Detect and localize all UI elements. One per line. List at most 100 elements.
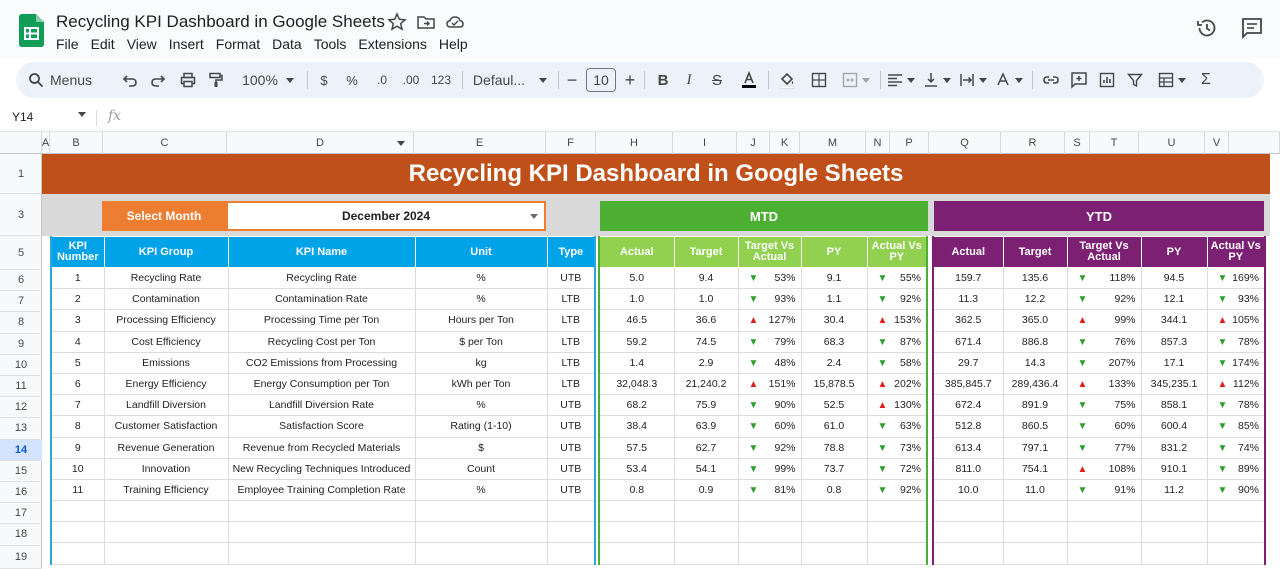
row-header[interactable]: 17: [0, 503, 42, 525]
ytd-target-vs-actual-cell[interactable]: ▲ 133%: [1066, 372, 1142, 396]
ytd-target-cell[interactable]: 289,436.4: [1002, 372, 1068, 396]
empty-cell[interactable]: [227, 500, 416, 523]
mtd-actual-cell[interactable]: 38.4: [598, 415, 675, 438]
ytd-actual-vs-py-cell[interactable]: ▼ 89%: [1206, 457, 1266, 480]
ytd-target-vs-actual-cell[interactable]: ▼ 91%: [1066, 478, 1142, 502]
empty-cell[interactable]: [1206, 521, 1266, 544]
empty-cell[interactable]: [50, 542, 105, 565]
column-header[interactable]: D: [227, 132, 414, 154]
ytd-target-vs-actual-cell[interactable]: ▲ 108%: [1066, 457, 1142, 480]
empty-cell[interactable]: [1206, 500, 1266, 523]
empty-cell[interactable]: [737, 500, 802, 523]
row-header[interactable]: 13: [0, 418, 42, 440]
ytd-actual-cell[interactable]: 10.0: [932, 478, 1004, 502]
ytd-target-vs-actual-cell[interactable]: ▲ 99%: [1066, 309, 1142, 332]
ytd-actual-vs-py-cell[interactable]: ▼ 169%: [1206, 266, 1266, 290]
mtd-actual-vs-py-cell[interactable]: ▼ 55%: [866, 266, 928, 290]
kpi-group-cell[interactable]: Customer Satisfaction: [103, 415, 229, 438]
row-header[interactable]: 19: [0, 546, 42, 569]
mtd-py-cell[interactable]: 61.0: [800, 415, 868, 438]
empty-cell[interactable]: [1066, 521, 1142, 544]
empty-cell[interactable]: [1066, 542, 1142, 565]
empty-cell[interactable]: [673, 521, 739, 544]
empty-cell[interactable]: [546, 500, 596, 523]
mtd-actual-vs-py-cell[interactable]: ▲ 130%: [866, 394, 928, 417]
kpi-name-cell[interactable]: Recycling Cost per Ton: [227, 330, 416, 353]
mtd-target-cell[interactable]: 74.5: [673, 330, 739, 353]
select-all-corner[interactable]: [0, 132, 42, 154]
mtd-py-cell[interactable]: 52.5: [800, 394, 868, 417]
ytd-py-cell[interactable]: 600.4: [1140, 415, 1208, 438]
kpi-type-cell[interactable]: UTB: [546, 478, 596, 502]
kpi-number-cell[interactable]: 9: [50, 436, 105, 459]
kpi-unit-cell[interactable]: kg: [414, 351, 548, 374]
mtd-target-cell[interactable]: 21,240.2: [673, 372, 739, 396]
row-header[interactable]: 6: [0, 270, 42, 292]
fill-color-button[interactable]: [776, 62, 798, 98]
chevron-down-icon[interactable]: [397, 141, 405, 146]
mtd-actual-vs-py-cell[interactable]: ▼ 92%: [866, 288, 928, 311]
empty-cell[interactable]: [800, 521, 868, 544]
kpi-number-cell[interactable]: 11: [50, 478, 105, 502]
row-header[interactable]: 7: [0, 291, 42, 313]
column-header[interactable]: S: [1065, 132, 1090, 154]
ytd-py-cell[interactable]: 94.5: [1140, 266, 1208, 290]
mtd-actual-cell[interactable]: 68.2: [598, 394, 675, 417]
kpi-name-cell[interactable]: Processing Time per Ton: [227, 309, 416, 332]
ytd-actual-cell[interactable]: 385,845.7: [932, 372, 1004, 396]
kpi-unit-cell[interactable]: %: [414, 478, 548, 502]
empty-cell[interactable]: [866, 542, 928, 565]
kpi-number-cell[interactable]: 10: [50, 457, 105, 480]
currency-format-button[interactable]: $: [314, 62, 334, 98]
mtd-target-cell[interactable]: 0.9: [673, 478, 739, 502]
vertical-align-button[interactable]: [922, 62, 952, 98]
ytd-target-cell[interactable]: 365.0: [1002, 309, 1068, 332]
redo-button[interactable]: [146, 62, 170, 98]
mtd-py-cell[interactable]: 0.8: [800, 478, 868, 502]
kpi-type-cell[interactable]: LTB: [546, 330, 596, 353]
kpi-unit-cell[interactable]: $ per Ton: [414, 330, 548, 353]
document-title[interactable]: Recycling KPI Dashboard in Google Sheets: [56, 12, 385, 32]
mtd-target-cell[interactable]: 1.0: [673, 288, 739, 311]
empty-cell[interactable]: [227, 521, 416, 544]
row-header[interactable]: 15: [0, 461, 42, 482]
mtd-actual-cell[interactable]: 1.0: [598, 288, 675, 311]
kpi-group-cell[interactable]: Recycling Rate: [103, 266, 229, 290]
kpi-group-cell[interactable]: Energy Efficiency: [103, 372, 229, 396]
percent-format-button[interactable]: %: [342, 62, 362, 98]
star-icon[interactable]: [387, 12, 407, 32]
mtd-target-vs-actual-cell[interactable]: ▼ 99%: [737, 457, 802, 480]
menu-file[interactable]: File: [56, 36, 79, 52]
sheet-grid[interactable]: Recycling KPI Dashboard in Google Sheets…: [42, 154, 1280, 569]
row-header[interactable]: 3: [0, 194, 42, 236]
mtd-target-vs-actual-cell[interactable]: ▼ 79%: [737, 330, 802, 353]
strikethrough-button[interactable]: S: [706, 62, 728, 98]
column-header[interactable]: P: [890, 132, 929, 154]
mtd-py-cell[interactable]: 30.4: [800, 309, 868, 332]
menu-tools[interactable]: Tools: [314, 36, 347, 52]
paint-format-button[interactable]: [204, 62, 228, 98]
insert-chart-button[interactable]: [1096, 62, 1118, 98]
ytd-target-vs-actual-cell[interactable]: ▼ 77%: [1066, 436, 1142, 459]
empty-cell[interactable]: [50, 521, 105, 544]
empty-cell[interactable]: [932, 542, 1004, 565]
ytd-py-cell[interactable]: 858.1: [1140, 394, 1208, 417]
move-to-folder-icon[interactable]: [416, 12, 436, 32]
empty-cell[interactable]: [546, 542, 596, 565]
mtd-actual-cell[interactable]: 53.4: [598, 457, 675, 480]
ytd-target-vs-actual-cell[interactable]: ▼ 207%: [1066, 351, 1142, 374]
ytd-actual-vs-py-cell[interactable]: ▼ 93%: [1206, 288, 1266, 311]
empty-cell[interactable]: [414, 542, 548, 565]
kpi-group-cell[interactable]: Innovation: [103, 457, 229, 480]
mtd-actual-vs-py-cell[interactable]: ▼ 73%: [866, 436, 928, 459]
cloud-status-icon[interactable]: [445, 12, 465, 32]
row-header[interactable]: 5: [0, 236, 42, 270]
empty-cell[interactable]: [1140, 500, 1208, 523]
column-header[interactable]: [1229, 132, 1280, 154]
empty-cell[interactable]: [414, 521, 548, 544]
column-header[interactable]: T: [1090, 132, 1139, 154]
kpi-unit-cell[interactable]: %: [414, 266, 548, 290]
mtd-actual-vs-py-cell[interactable]: ▼ 58%: [866, 351, 928, 374]
column-header[interactable]: A: [42, 132, 50, 154]
mtd-actual-vs-py-cell[interactable]: ▲ 153%: [866, 309, 928, 332]
